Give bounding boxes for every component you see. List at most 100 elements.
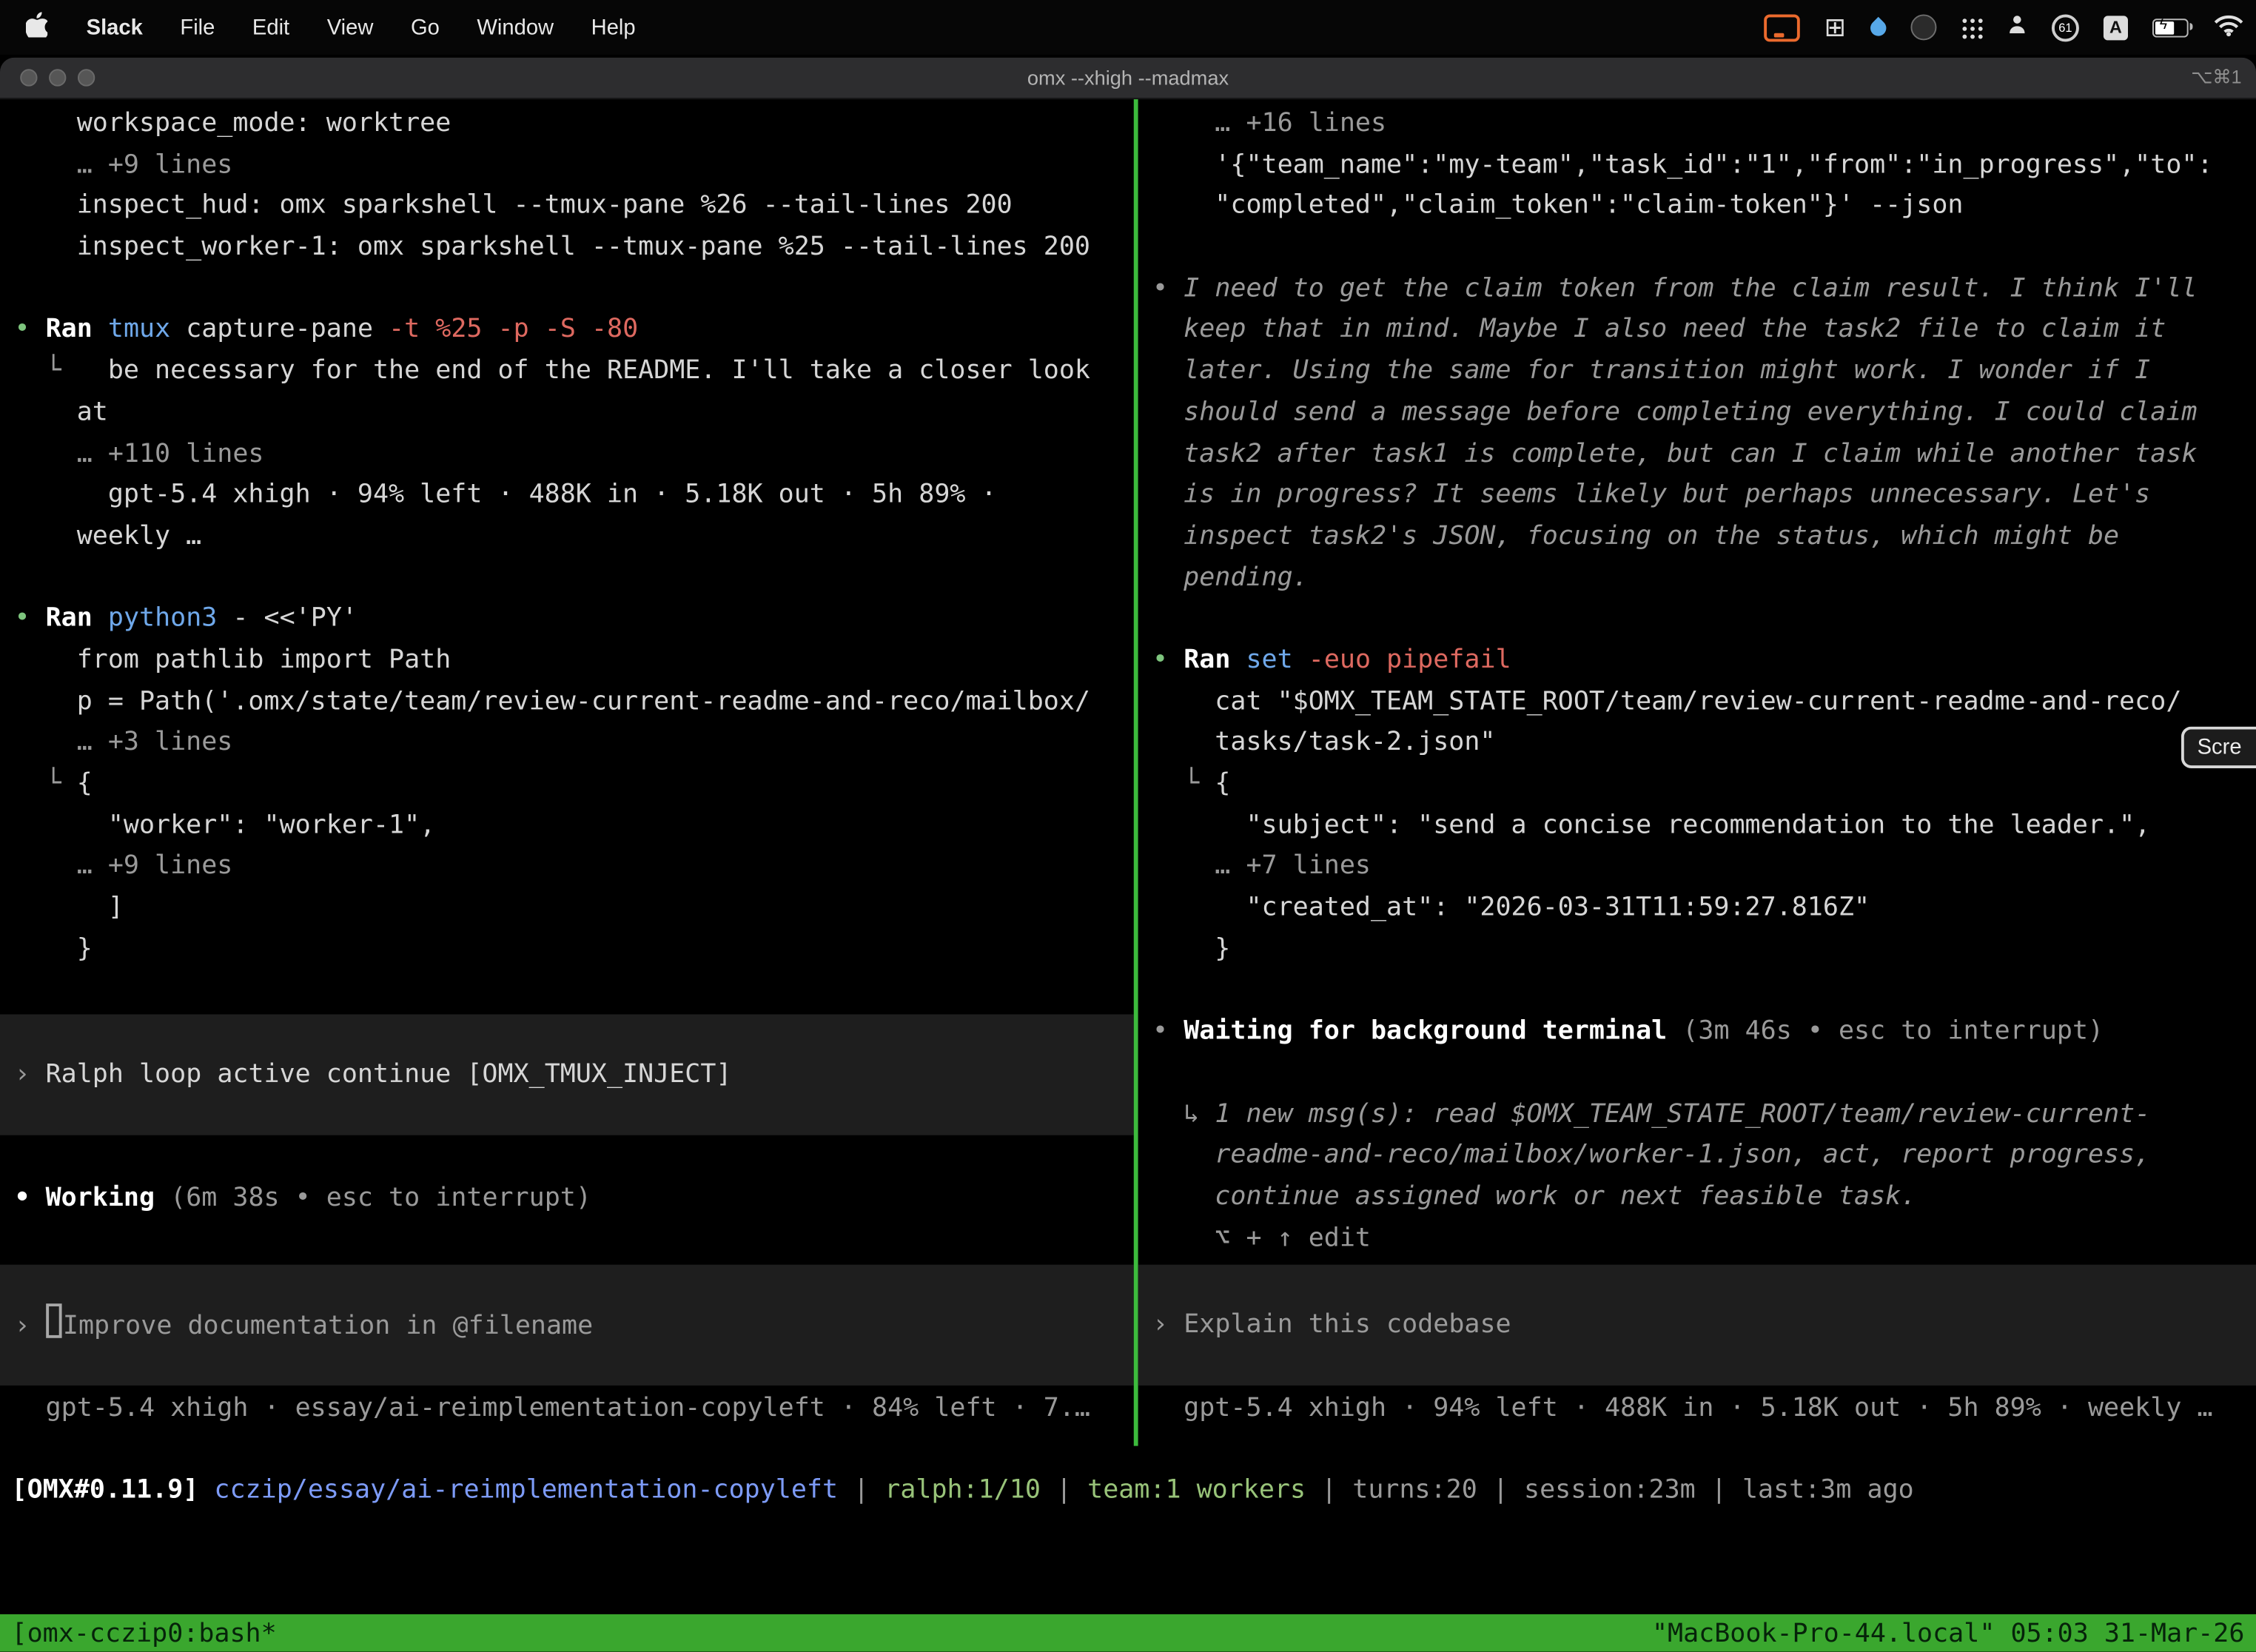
text-segment: should send a message before completing … (1152, 397, 2197, 427)
menu-view[interactable]: View (308, 15, 392, 39)
terminal-line (1138, 227, 2256, 269)
tmux-session-label: [omx-cczip0:bash* (12, 1618, 277, 1648)
window-title: omx --xhigh --madmax (1027, 66, 1229, 89)
screen-overlay-chip[interactable]: Scre (2181, 727, 2256, 768)
text-segment: capture-pane (186, 315, 389, 345)
terminal-line: … +9 lines (0, 145, 1134, 187)
text-segment: pending. (1152, 562, 1309, 592)
terminal-line: └ be necessary for the end of the README… (0, 352, 1134, 393)
dark-disc-icon[interactable] (1910, 14, 1936, 40)
droplet-icon[interactable] (1867, 16, 1890, 38)
terminal-line: gpt-5.4 xhigh · 94% left · 488K in · 5.1… (0, 475, 1134, 517)
text-segment: Ran (46, 315, 108, 345)
tmux-host-clock: "MacBook-Pro-44.local" 05:03 31-Mar-26 (1652, 1618, 2245, 1648)
text-segment: Improve documentation in @filename (63, 1311, 593, 1341)
left-pane[interactable]: workspace_mode: worktree … +9 lines insp… (0, 99, 1134, 1448)
right-pane[interactable]: … +16 lines '{"team_name":"my-team","tas… (1138, 99, 2256, 1448)
text-segment: "completed","claim_token":"claim-token"}… (1152, 190, 1963, 221)
text-segment: -t %25 -p -S -80 (389, 315, 638, 345)
terminal-line: tasks/task-2.json" (1138, 722, 2256, 764)
menu-status-icons: ⊞ 61 A ϟ (1764, 0, 2244, 55)
text-segment: └ (14, 768, 76, 799)
text-segment: gpt-5.4 xhigh · 94% left · 488K in · 5.1… (14, 480, 996, 510)
terminal-line: continue assigned work or next feasible … (1138, 1177, 2256, 1218)
text-segment: workspace_mode: worktree (14, 108, 451, 138)
text-segment: cczip/essay/ai-reimplementation-copyleft (214, 1474, 838, 1505)
screen-recording-icon[interactable] (1764, 13, 1800, 41)
battery-ring-icon[interactable]: 61 (2052, 13, 2079, 41)
menu-edit[interactable]: Edit (234, 15, 309, 39)
text-segment (46, 1304, 61, 1339)
text-segment: … +9 lines (14, 150, 232, 180)
text-segment: └ (1152, 768, 1215, 799)
terminal-line: • I need to get the claim token from the… (1138, 269, 2256, 310)
wifi-icon[interactable] (2213, 13, 2245, 43)
minimize-button[interactable] (49, 69, 66, 86)
terminal-line: … +9 lines (0, 847, 1134, 888)
menu-window[interactable]: Window (458, 15, 572, 39)
battery-icon[interactable]: ϟ (2152, 18, 2189, 36)
terminal-line: workspace_mode: worktree (0, 104, 1134, 145)
terminal-line: … +7 lines (1138, 847, 2256, 888)
terminal-line: from pathlib import Path (0, 640, 1134, 682)
text-segment: • (1152, 1016, 1184, 1047)
menu-go[interactable]: Go (392, 15, 458, 39)
text-segment: I need to get the claim token from the c… (1184, 273, 2197, 303)
text-segment: | (838, 1474, 884, 1505)
terminal-line: should send a message before completing … (1138, 392, 2256, 434)
text-segment: team:1 workers (1087, 1474, 1306, 1505)
menu-app-name[interactable]: Slack (67, 15, 161, 39)
zoom-button[interactable] (78, 69, 95, 86)
text-segment: tasks/task-2.json" (1152, 727, 1495, 757)
terminal-line (1138, 970, 2256, 1012)
text-segment: set (1246, 645, 1308, 675)
window-titlebar[interactable]: omx --xhigh --madmax ⌥⌘1 (0, 58, 2256, 99)
window-shortcut-badge: ⌥⌘1 (2191, 66, 2241, 89)
text-segment: be necessary for the end of the README. … (108, 355, 1090, 386)
terminal-line: task2 after task1 is complete, but can I… (1138, 434, 2256, 475)
terminal-line: › Ralph loop active continue [OMX_TMUX_I… (0, 1055, 1134, 1096)
window-grid-icon[interactable]: ⊞ (1824, 14, 1846, 40)
text-segment: from pathlib import Path (14, 645, 451, 675)
output-block: … +16 lines '{"team_name":"my-team","tas… (1138, 104, 2256, 1259)
text-segment: } (1152, 933, 1230, 964)
keyboard-input-icon[interactable]: A (2104, 15, 2128, 39)
text-segment: inspect_worker-1: omx sparkshell --tmux-… (14, 232, 1090, 262)
terminal-line (0, 269, 1134, 310)
prompt-band[interactable]: › Ralph loop active continue [OMX_TMUX_I… (0, 1015, 1134, 1135)
text-segment: -euo pipefail (1309, 645, 1511, 675)
text-segment: { (1215, 768, 1230, 799)
text-segment: ralph:1/10 (884, 1474, 1041, 1505)
terminal-line: gpt-5.4 xhigh · 94% left · 488K in · 5.1… (1138, 1389, 2256, 1430)
terminal-line: pending. (1138, 557, 2256, 599)
terminal-line: inspect_hud: omx sparkshell --tmux-pane … (0, 186, 1134, 227)
close-button[interactable] (20, 69, 37, 86)
apple-menu[interactable] (0, 12, 67, 44)
person-icon[interactable] (2007, 13, 2027, 41)
terminal-line: gpt-5.4 xhigh · essay/ai-reimplementatio… (0, 1388, 1134, 1429)
text-segment: inspect_hud: omx sparkshell --tmux-pane … (14, 190, 1012, 221)
text-segment: continue assigned work or next feasible … (1152, 1181, 1916, 1212)
terminal-line: ⌥ + ↑ edit (1138, 1218, 2256, 1260)
text-segment: weekly … (14, 520, 201, 551)
text-segment: └ (14, 355, 107, 386)
text-segment: '{"team_name":"my-team","task_id":"1","f… (1152, 150, 2212, 180)
prompt-band[interactable]: › Explain this codebase (1138, 1265, 2256, 1386)
text-segment: | (1306, 1474, 1352, 1505)
text-segment: { (77, 768, 93, 799)
text-segment: p = Path('.omx/state/team/review-current… (14, 686, 1090, 716)
prompt-band[interactable]: › Improve documentation in @filename (0, 1264, 1134, 1385)
text-segment: | (1041, 1474, 1087, 1505)
terminal-line (1138, 599, 2256, 640)
dots-grid-icon[interactable] (1961, 16, 1983, 38)
terminal-line (1138, 1053, 2256, 1095)
text-segment: last:3m ago (1742, 1474, 1914, 1505)
traffic-lights (20, 69, 95, 86)
text-segment: gpt-5.4 xhigh · 94% left · 488K in · 5.1… (1152, 1393, 2212, 1423)
text-segment: • (1152, 273, 1184, 303)
menu-file[interactable]: File (161, 15, 234, 39)
menu-help[interactable]: Help (572, 15, 654, 39)
text-segment: } (14, 933, 92, 964)
text-segment: Waiting for background terminal (1184, 1016, 1682, 1047)
terminal-line: keep that in mind. Maybe I also need the… (1138, 310, 2256, 352)
